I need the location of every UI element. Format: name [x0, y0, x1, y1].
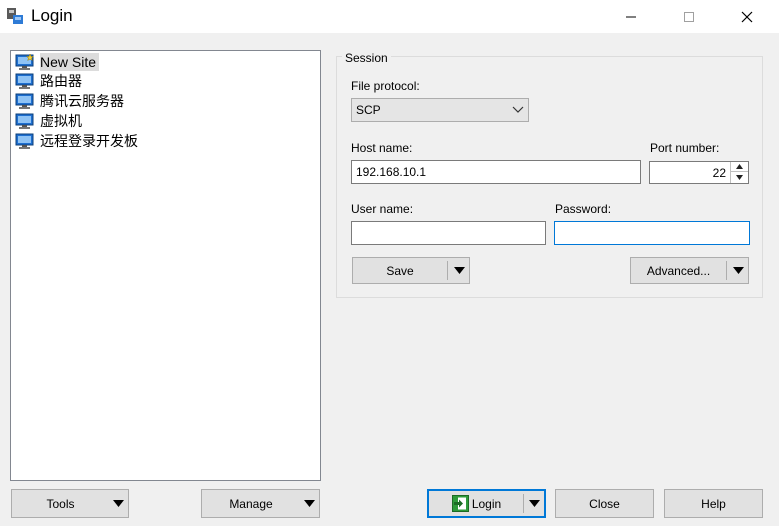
split-separator: [447, 261, 448, 280]
close-icon: [741, 11, 753, 22]
file-protocol-value: SCP: [356, 103, 381, 117]
minimize-button[interactable]: [608, 0, 654, 33]
advanced-split-button: Advanced...: [630, 257, 749, 284]
triangle-down-icon: [303, 500, 315, 507]
login-button[interactable]: Login: [429, 491, 524, 516]
chevron-down-icon: [512, 106, 524, 113]
triangle-down-icon: [528, 500, 540, 507]
site-tree[interactable]: New Site 路由器 腾讯云服务器 虚拟机 远程登录开发板: [10, 50, 321, 481]
port-decrement-button[interactable]: [731, 172, 748, 182]
computer-icon: [15, 133, 34, 149]
help-button[interactable]: Help: [664, 489, 763, 518]
advanced-button[interactable]: Advanced...: [631, 258, 726, 283]
new-site-icon: [15, 53, 35, 70]
port-spin-buttons: [730, 162, 748, 183]
minimize-icon: [626, 16, 636, 17]
tree-item-tencent-cloud[interactable]: 腾讯云服务器: [15, 92, 127, 110]
tree-item-label: 虚拟机: [40, 113, 82, 129]
save-dropdown-button[interactable]: [449, 258, 469, 283]
login-split-button: Login: [427, 489, 546, 518]
login-dropdown-button[interactable]: [524, 491, 544, 516]
triangle-down-icon: [453, 267, 465, 274]
host-name-input[interactable]: [351, 160, 641, 184]
triangle-down-icon: [736, 174, 743, 180]
host-name-label: Host name:: [351, 141, 413, 155]
tools-dropdown-button[interactable]: [108, 490, 128, 517]
user-name-input[interactable]: [351, 221, 546, 245]
title-bar: Login: [0, 0, 779, 33]
window-title: Login: [31, 6, 73, 25]
session-group-title: Session: [342, 51, 391, 65]
port-number-label: Port number:: [650, 141, 720, 155]
computer-icon: [15, 73, 34, 89]
tree-item-dev-board[interactable]: 远程登录开发板: [15, 132, 141, 150]
close-button[interactable]: Close: [555, 489, 654, 518]
tree-item-label: 腾讯云服务器: [40, 93, 124, 109]
password-label: Password:: [555, 202, 612, 216]
triangle-down-icon: [112, 500, 124, 507]
tools-button[interactable]: Tools: [12, 490, 109, 517]
user-name-label: User name:: [351, 202, 414, 216]
tools-split-button: Tools: [11, 489, 129, 518]
tree-item-label: New Site: [40, 53, 100, 71]
close-window-button[interactable]: [724, 0, 770, 33]
login-button-label: Login: [471, 496, 502, 511]
manage-button[interactable]: Manage: [202, 490, 300, 517]
password-input[interactable]: [554, 221, 750, 245]
maximize-icon: [684, 11, 694, 22]
computer-icon: [15, 113, 34, 129]
triangle-up-icon: [736, 164, 743, 169]
winscp-app-icon: [7, 8, 23, 24]
split-separator: [726, 261, 727, 280]
manage-split-button: Manage: [201, 489, 320, 518]
manage-dropdown-button[interactable]: [299, 490, 319, 517]
file-protocol-label: File protocol:: [351, 79, 420, 93]
tree-item-router[interactable]: 路由器: [15, 72, 85, 90]
maximize-button[interactable]: [666, 0, 712, 33]
tree-item-label: 远程登录开发板: [40, 133, 138, 149]
save-split-button: Save: [352, 257, 470, 284]
save-button[interactable]: Save: [353, 258, 447, 283]
tree-item-virtual-machine[interactable]: 虚拟机: [15, 112, 85, 130]
tree-item-label: 路由器: [40, 73, 82, 89]
computer-icon: [15, 93, 34, 109]
port-number-value: 22: [712, 166, 726, 180]
advanced-dropdown-button[interactable]: [728, 258, 748, 283]
file-protocol-select[interactable]: SCP: [351, 98, 529, 122]
port-number-spinner[interactable]: 22: [649, 161, 749, 184]
triangle-down-icon: [732, 267, 744, 274]
login-icon: [451, 495, 469, 512]
tree-item-new-site[interactable]: New Site: [15, 53, 100, 71]
port-increment-button[interactable]: [731, 162, 748, 172]
